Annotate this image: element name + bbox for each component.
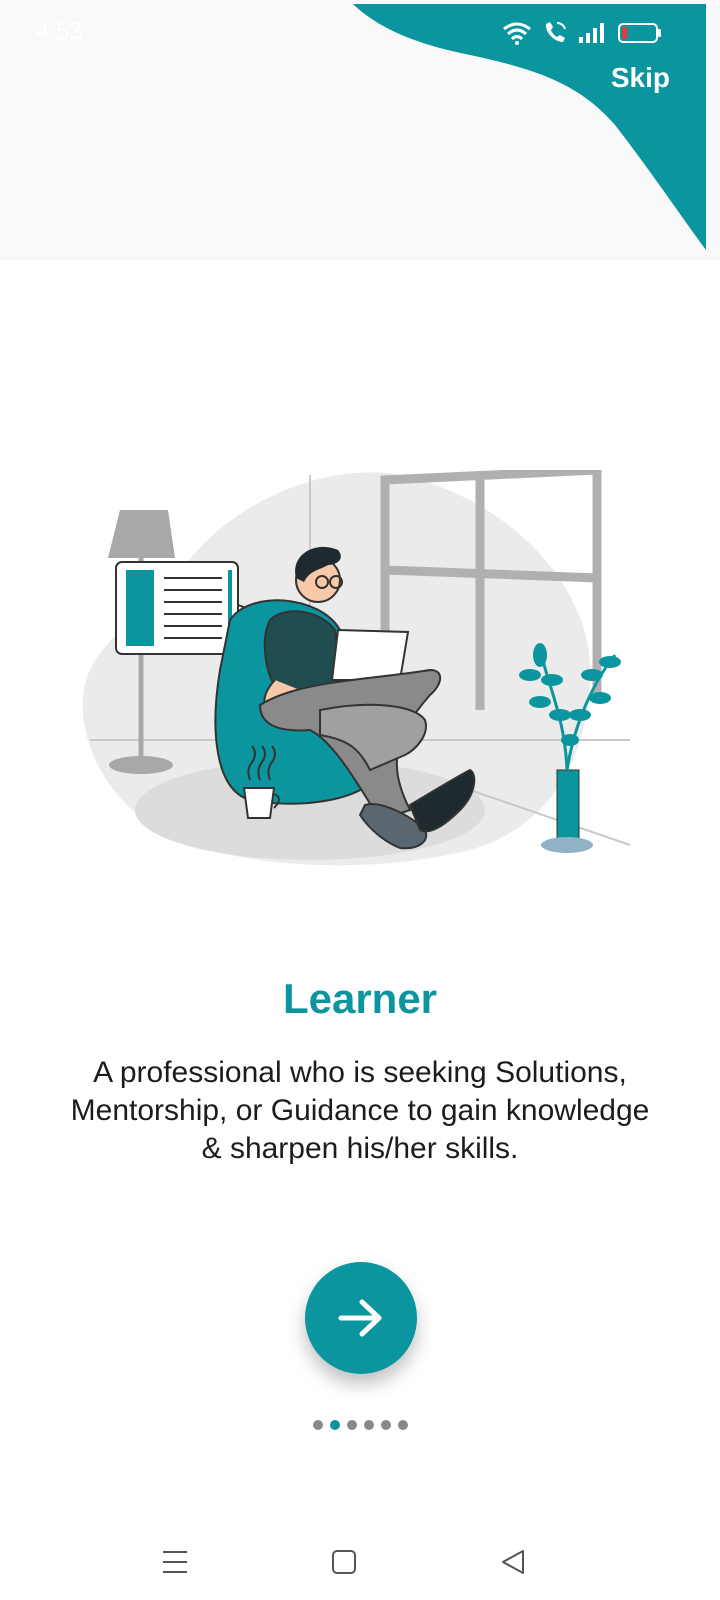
page-dot[interactable] — [363, 1420, 374, 1430]
page-dot[interactable] — [397, 1420, 408, 1430]
onboarding-description: A professional who is seeking Solutions,… — [40, 1054, 680, 1168]
skip-button[interactable]: Skip — [611, 62, 670, 94]
battery-low-icon — [618, 23, 661, 43]
page-dot-active[interactable] — [329, 1420, 340, 1430]
signal-icon — [579, 23, 604, 43]
onboarding-title: Learner — [282, 975, 438, 1022]
page-dot[interactable] — [312, 1420, 323, 1430]
wifi-call-icon — [545, 22, 566, 42]
home-square-icon[interactable] — [324, 1542, 364, 1582]
back-triangle-icon[interactable] — [493, 1542, 533, 1582]
learner-illustration — [82, 470, 631, 866]
description-line: & sharpen his/her skills. — [201, 1132, 519, 1165]
description-line: Mentorship, or Guidance to gain knowledg… — [70, 1094, 650, 1127]
next-button[interactable] — [305, 1262, 417, 1374]
header: 4:53 Skip — [0, 0, 720, 260]
status-icons — [502, 18, 662, 48]
status-time: 4:53 — [36, 18, 83, 45]
wifi-icon — [503, 22, 531, 45]
page-dot[interactable] — [346, 1420, 357, 1430]
page-indicator — [0, 1420, 720, 1430]
arrow-right-icon — [338, 1299, 382, 1337]
system-navigation-bar — [0, 1520, 720, 1600]
description-line: A professional who is seeking Solutions, — [93, 1056, 627, 1089]
menu-icon[interactable] — [155, 1542, 195, 1582]
page-dot[interactable] — [380, 1420, 391, 1430]
